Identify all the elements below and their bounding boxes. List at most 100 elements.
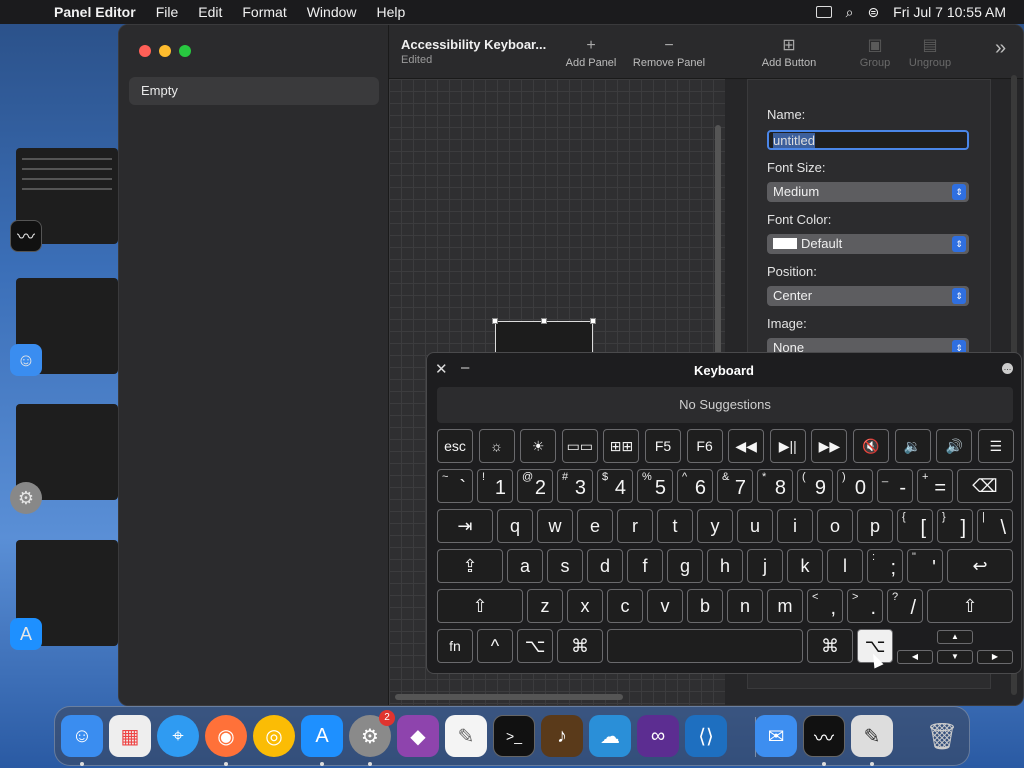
canvas-vertical-scrollbar[interactable] — [715, 125, 721, 375]
add-button-button[interactable]: ⊞ Add Button — [757, 37, 821, 69]
minimize-button[interactable] — [159, 45, 171, 57]
screen-mirroring-icon[interactable] — [815, 6, 832, 18]
letter-key[interactable]: p — [857, 509, 893, 543]
dock-activity-monitor-icon[interactable]: 〰 — [803, 715, 845, 757]
dock-trash-icon[interactable]: 🗑 — [921, 715, 963, 757]
letter-key[interactable]: s — [547, 549, 583, 583]
menu-clock[interactable]: Fri Jul 7 10:55 AM — [893, 4, 1006, 20]
fn-row-key[interactable]: ▭▭ — [561, 429, 598, 463]
letter-key[interactable]: m — [767, 589, 803, 623]
number-key[interactable]: % 5 — [637, 469, 673, 503]
menu-help[interactable]: Help — [367, 4, 416, 20]
delete-key[interactable]: ⌫ — [957, 469, 1013, 503]
dock-system-settings-icon[interactable]: ⚙ 2 — [349, 710, 395, 757]
system-settings-icon[interactable]: ⚙ — [10, 482, 42, 514]
menu-file[interactable]: File — [146, 4, 189, 20]
dock-garageband-icon[interactable]: ♪ — [541, 715, 583, 757]
number-key[interactable]: * 8 — [757, 469, 793, 503]
add-panel-button[interactable]: + Add Panel — [561, 37, 621, 69]
number-key[interactable]: @2 — [517, 469, 553, 503]
fn-key[interactable]: fn — [437, 629, 473, 663]
dock-app-store-icon[interactable]: A — [301, 715, 343, 757]
fn-row-key[interactable]: 🔉 — [894, 429, 931, 463]
position-select[interactable]: Center ⇕ — [767, 286, 969, 306]
letter-key[interactable]: w — [537, 509, 573, 543]
app-store-icon[interactable]: A — [10, 618, 42, 650]
letter-key[interactable]: k — [787, 549, 823, 583]
close-button[interactable] — [139, 45, 151, 57]
spotlight-search-icon[interactable]: ⌕ — [846, 4, 854, 21]
punctuation-key[interactable]: ? / — [887, 589, 923, 623]
fn-row-key[interactable]: F6 — [686, 429, 723, 463]
letter-key[interactable]: e — [577, 509, 613, 543]
fn-row-key[interactable]: ☰ — [977, 429, 1014, 463]
letter-key[interactable]: q — [497, 509, 533, 543]
activity-monitor-icon[interactable]: 〰 — [10, 220, 42, 252]
number-key[interactable]: ! 1 — [477, 469, 513, 503]
keyboard-options-icon[interactable]: … — [1002, 363, 1013, 374]
dock-firefox-icon[interactable]: ◉ — [205, 715, 247, 757]
punctuation-key[interactable]: >. — [847, 589, 883, 623]
number-key[interactable]: ^ 6 — [677, 469, 713, 503]
number-key[interactable]: _ - — [877, 469, 913, 503]
number-key[interactable]: $4 — [597, 469, 633, 503]
letter-key[interactable]: d — [587, 549, 623, 583]
letter-key[interactable]: g — [667, 549, 703, 583]
resize-handle[interactable] — [541, 318, 547, 324]
letter-key[interactable]: t — [657, 509, 693, 543]
punctuation-key[interactable]: " ' — [907, 549, 943, 583]
letter-key[interactable]: j — [747, 549, 783, 583]
letter-key[interactable]: o — [817, 509, 853, 543]
fn-row-key[interactable]: ☀ — [520, 429, 557, 463]
return-key[interactable]: ↩ — [947, 549, 1013, 583]
number-key[interactable]: ) 0 — [837, 469, 873, 503]
menu-app-name[interactable]: Panel Editor — [44, 4, 146, 20]
fn-row-key[interactable]: ▶|| — [769, 429, 806, 463]
right-shift-key[interactable]: ⇧ — [927, 589, 1013, 623]
right-command-key[interactable]: ⌘ — [807, 629, 853, 663]
fn-row-key[interactable]: 🔇 — [853, 429, 889, 463]
resize-handle[interactable] — [492, 318, 498, 324]
arrow-left-key[interactable]: ◀ — [897, 650, 933, 664]
left-shift-key[interactable]: ⇧ — [437, 589, 523, 623]
menu-format[interactable]: Format — [232, 4, 296, 20]
name-field[interactable]: untitled — [767, 130, 969, 150]
sidebar-item-empty[interactable]: Empty — [129, 77, 379, 105]
dock-mail-icon[interactable]: ✉ — [755, 715, 797, 757]
ungroup-button[interactable]: ▤ Ungroup — [903, 37, 957, 69]
letter-key[interactable]: b — [687, 589, 723, 623]
dock-podcast-icon[interactable]: ◆ — [397, 715, 439, 757]
letter-key[interactable]: y — [697, 509, 733, 543]
letter-key[interactable]: a — [507, 549, 543, 583]
dock-launchpad-icon[interactable]: ▦ — [109, 715, 151, 757]
letter-key[interactable]: n — [727, 589, 763, 623]
fn-row-key[interactable]: ⊞⊞ — [603, 429, 640, 463]
number-key[interactable]: #3 — [557, 469, 593, 503]
remove-panel-button[interactable]: − Remove Panel — [631, 37, 707, 69]
control-key[interactable]: ^ — [477, 629, 513, 663]
caps-lock-key[interactable]: ⇪ — [437, 549, 503, 583]
fn-row-key[interactable]: ☼ — [478, 429, 515, 463]
dock-safari-icon[interactable]: ⌖ — [157, 715, 199, 757]
bracket-key[interactable]: }] — [937, 509, 973, 543]
dock-script-editor-icon[interactable]: ✎ — [445, 715, 487, 757]
bracket-key[interactable]: | \ — [977, 509, 1013, 543]
canvas-horizontal-scrollbar[interactable] — [395, 694, 623, 700]
letter-key[interactable]: i — [777, 509, 813, 543]
letter-key[interactable]: h — [707, 549, 743, 583]
number-key[interactable]: (9 — [797, 469, 833, 503]
finder-icon[interactable]: ☺ — [10, 344, 42, 376]
letter-key[interactable]: z — [527, 589, 563, 623]
punctuation-key[interactable]: <, — [807, 589, 843, 623]
toolbar-overflow-icon[interactable]: » — [995, 37, 1006, 60]
zoom-button[interactable] — [179, 45, 191, 57]
control-center-icon[interactable]: ⊜ — [867, 4, 879, 21]
dock-terminal-icon[interactable]: >_ — [493, 715, 535, 757]
dock-chrome-icon[interactable]: ◎ — [253, 715, 295, 757]
fn-row-key[interactable]: ◀◀ — [728, 429, 765, 463]
command-key[interactable]: ⌘ — [557, 629, 603, 663]
number-key[interactable]: & 7 — [717, 469, 753, 503]
fn-row-key[interactable]: esc — [437, 429, 473, 463]
letter-key[interactable]: c — [607, 589, 643, 623]
number-key[interactable]: ~ ` — [437, 469, 473, 503]
